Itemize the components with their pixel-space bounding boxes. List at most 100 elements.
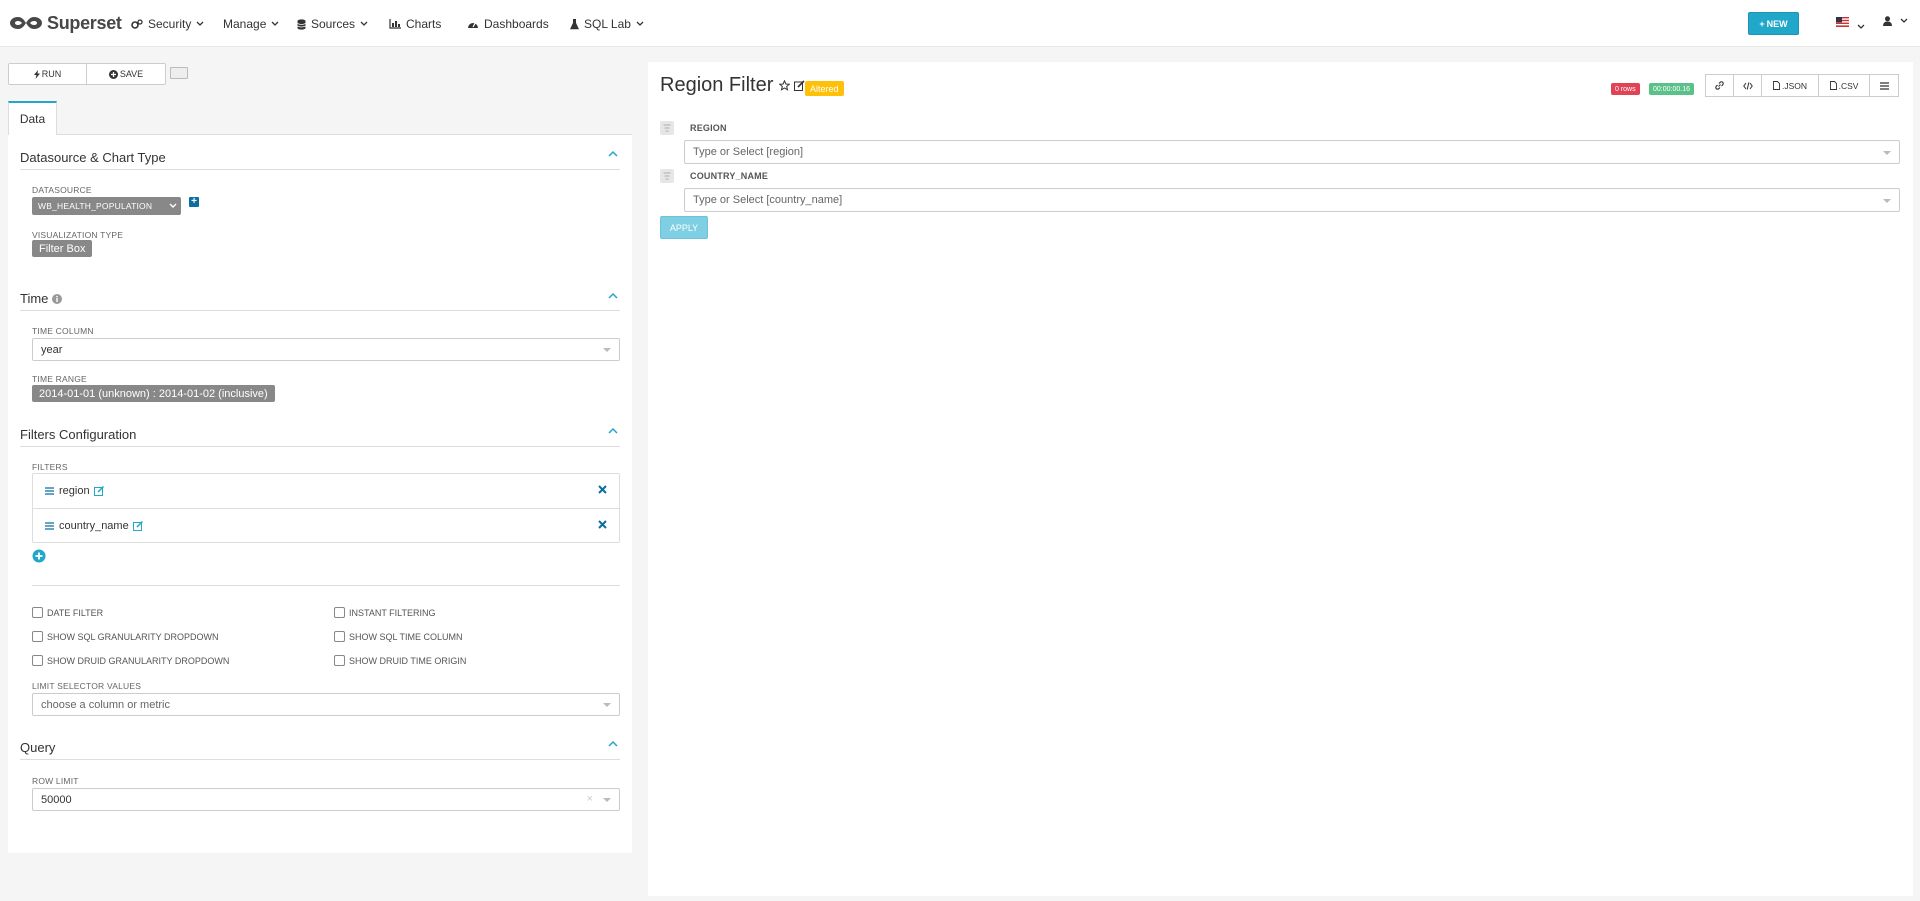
chart-header: Region Filter <box>660 74 805 97</box>
filter-field-label: COUNTRY_NAME <box>690 171 769 181</box>
checkbox[interactable] <box>32 631 43 642</box>
remove-icon[interactable] <box>598 485 607 494</box>
dashboard-gauge-icon <box>467 19 479 29</box>
nav-charts-label: Charts <box>406 17 442 31</box>
filter-label: region <box>59 485 90 497</box>
chevron-down-icon <box>1900 18 1908 24</box>
us-flag-icon[interactable] <box>1836 17 1849 27</box>
chevron-up-icon[interactable] <box>608 740 618 748</box>
nav-dashboards[interactable]: Dashboards <box>467 15 549 33</box>
checkbox[interactable] <box>334 631 345 642</box>
nav-manage-label: Manage <box>223 17 267 31</box>
nav-sql-lab[interactable]: SQL Lab <box>570 15 644 33</box>
email-report-icon[interactable] <box>170 67 188 79</box>
datasource-dropdown[interactable]: WB_HEALTH_POPULATION <box>32 197 181 215</box>
datasource-label: DATASOURCE <box>32 185 92 195</box>
time-range-tag[interactable]: 2014-01-01 (unknown) : 2014-01-02 (inclu… <box>32 385 275 402</box>
export-csv-button[interactable]: .CSV <box>1818 74 1870 97</box>
chevron-up-icon[interactable] <box>608 427 618 435</box>
checkbox-label: SHOW SQL TIME COLUMN <box>349 631 463 642</box>
tab-data[interactable]: Data <box>8 101 57 136</box>
run-button-label: RUN <box>41 69 62 79</box>
row-limit-label: ROW LIMIT <box>32 776 79 786</box>
edit-icon[interactable] <box>794 80 805 91</box>
filter-row-country-name[interactable]: country_name <box>33 508 619 542</box>
clear-icon[interactable]: × <box>587 793 593 805</box>
row-limit-select[interactable]: 50000 × <box>32 788 620 811</box>
remove-icon[interactable] <box>598 520 607 529</box>
nav-manage[interactable]: Manage <box>223 15 279 33</box>
checkbox-label: DATE FILTER <box>47 607 104 618</box>
add-filter-icon[interactable] <box>32 549 46 563</box>
tab-bar: Data <box>8 101 632 136</box>
limit-selector-label: LIMIT SELECTOR VALUES <box>32 681 142 691</box>
export-csv-label: .CSV <box>1838 80 1859 91</box>
time-range-label: TIME RANGE <box>32 374 87 384</box>
star-icon[interactable] <box>779 80 791 91</box>
caret-down-icon <box>1883 151 1891 155</box>
user-menu[interactable] <box>1883 16 1908 26</box>
checkbox-label: SHOW SQL GRANULARITY DROPDOWN <box>47 631 219 642</box>
caret-down-icon <box>603 348 611 352</box>
nav-sources[interactable]: Sources <box>297 15 368 33</box>
chevron-down-icon <box>169 201 177 211</box>
checkbox[interactable] <box>334 655 345 666</box>
show-sql-granularity-checkbox[interactable]: SHOW SQL GRANULARITY DROPDOWN <box>32 631 219 642</box>
checkbox[interactable] <box>32 607 43 618</box>
show-sql-time-column-checkbox[interactable]: SHOW SQL TIME COLUMN <box>334 631 463 642</box>
edit-icon[interactable] <box>93 486 105 496</box>
control-panel: Datasource & Chart Type DATASOURCE WB_HE… <box>8 135 632 853</box>
hamburger-menu-icon <box>1879 81 1889 90</box>
info-icon[interactable] <box>52 293 63 304</box>
chevron-down-icon <box>636 21 644 27</box>
apply-button[interactable]: APPLY <box>660 216 708 239</box>
nav-charts[interactable]: Charts <box>389 15 441 33</box>
section-query-title[interactable]: Query <box>20 740 55 755</box>
link-icon <box>1715 81 1724 90</box>
section-filters-title[interactable]: Filters Configuration <box>20 427 136 442</box>
run-button[interactable]: RUN <box>8 63 87 85</box>
brand-logo[interactable]: Superset <box>9 11 122 35</box>
country-name-filter-select[interactable]: Type or Select [country_name] <box>684 188 1900 212</box>
embed-code-button[interactable] <box>1733 74 1762 97</box>
time-column-value: year <box>41 343 63 356</box>
save-button[interactable]: SAVE <box>87 63 166 85</box>
nav-dashboards-label: Dashboards <box>484 17 549 31</box>
viz-type-tag[interactable]: Filter Box <box>32 240 93 257</box>
instant-filtering-checkbox[interactable]: INSTANT FILTERING <box>334 607 436 618</box>
add-datasource-icon[interactable]: + <box>189 197 199 207</box>
caret-down-icon <box>603 703 611 707</box>
chart-title[interactable]: Region Filter <box>660 74 773 97</box>
section-datasource-title[interactable]: Datasource & Chart Type <box>20 150 166 165</box>
link-button[interactable] <box>1705 74 1734 97</box>
date-filter-checkbox[interactable]: DATE FILTER <box>32 607 103 618</box>
user-icon <box>1883 16 1892 26</box>
section-time-title[interactable]: Time <box>20 291 63 306</box>
database-icon <box>297 18 306 30</box>
chevron-up-icon[interactable] <box>608 292 618 300</box>
region-filter-select[interactable]: Type or Select [region] <box>684 140 1900 164</box>
filters-list: region country_name <box>32 473 620 543</box>
more-options-button[interactable] <box>1869 74 1899 97</box>
row-limit-value: 50000 <box>41 793 72 806</box>
chevron-down-icon <box>271 21 279 27</box>
time-column-select[interactable]: year <box>32 338 620 361</box>
checkbox-label: SHOW DRUID TIME ORIGIN <box>349 655 467 666</box>
new-button[interactable]: + NEW <box>1748 12 1799 35</box>
checkbox[interactable] <box>334 607 345 618</box>
show-druid-time-origin-checkbox[interactable]: SHOW DRUID TIME ORIGIN <box>334 655 466 666</box>
checkbox[interactable] <box>32 655 43 666</box>
drag-handle-icon[interactable] <box>45 521 54 530</box>
show-druid-granularity-checkbox[interactable]: SHOW DRUID GRANULARITY DROPDOWN <box>32 655 229 666</box>
edit-icon[interactable] <box>132 520 144 531</box>
filter-row-region[interactable]: region <box>33 474 619 508</box>
chart-container: Region Filter Altered 0 rows 00:00:00.16… <box>648 62 1913 896</box>
export-json-button[interactable]: .JSON <box>1761 74 1819 97</box>
altered-badge[interactable]: Altered <box>805 81 844 96</box>
chevron-down-icon[interactable] <box>1857 19 1865 33</box>
chevron-up-icon[interactable] <box>608 150 618 158</box>
drag-handle-icon[interactable] <box>45 487 54 495</box>
query-button-group: RUN SAVE <box>8 63 166 85</box>
limit-selector-select[interactable]: choose a column or metric <box>32 693 620 716</box>
nav-security[interactable]: Security <box>131 15 204 33</box>
